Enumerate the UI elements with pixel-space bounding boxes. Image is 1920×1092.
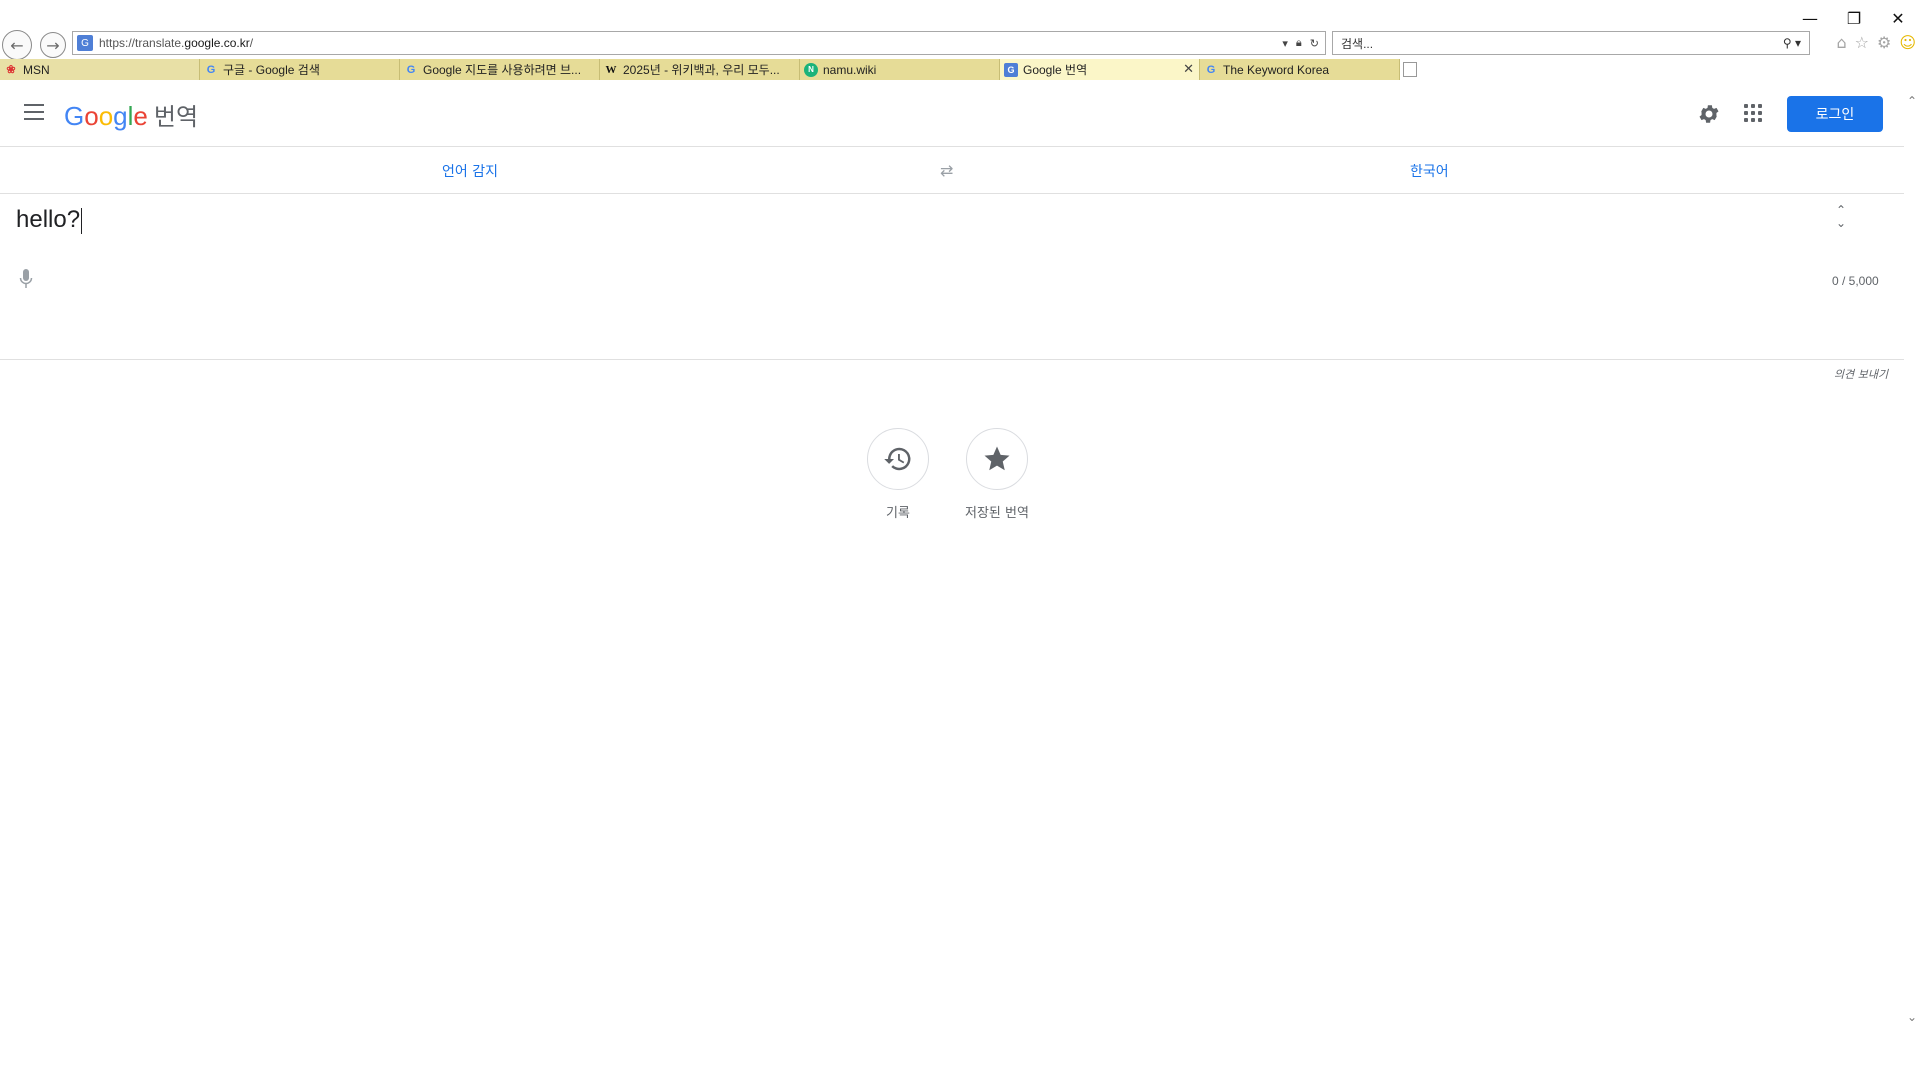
menu-icon[interactable]: [24, 104, 44, 120]
tab-bar: ❀ MSN G 구글 - Google 검색 G Google 지도를 사용하려…: [0, 59, 1420, 80]
send-feedback-link[interactable]: 의견 보내기: [1834, 366, 1888, 382]
lock-icon[interactable]: 🔒︎: [1296, 37, 1302, 50]
source-text-input[interactable]: hello?: [16, 206, 83, 234]
tab-label: The Keyword Korea: [1223, 62, 1330, 77]
smiley-feedback-icon[interactable]: ☺: [1899, 33, 1916, 52]
tab-google-maps[interactable]: G Google 지도를 사용하려면 브...: [400, 59, 600, 80]
url-text[interactable]: https://translate.google.co.kr/: [99, 36, 1282, 50]
microphone-icon[interactable]: [19, 268, 33, 290]
target-language-button[interactable]: 한국어: [1410, 161, 1449, 181]
new-tab-icon: [1403, 62, 1417, 77]
arrow-right-icon: →: [46, 35, 60, 55]
history-button[interactable]: 기록: [867, 428, 929, 521]
url-domain: google.co.kr: [184, 36, 250, 50]
url-suffix: /: [249, 36, 254, 50]
page-scrollbar[interactable]: ⌃ ⌄: [1904, 80, 1920, 1092]
google-g-icon: G: [206, 63, 216, 76]
product-name: 번역: [153, 103, 199, 131]
swap-languages-icon[interactable]: ⇄: [940, 161, 953, 180]
browser-search-input[interactable]: 검색...: [1341, 35, 1783, 52]
google-translate-logo[interactable]: Google 번역: [64, 97, 198, 132]
google-g-icon: G: [1206, 63, 1216, 76]
tab-label: MSN: [23, 62, 50, 77]
search-icon[interactable]: ⚲ ▾: [1783, 36, 1809, 50]
source-text: hello?: [16, 206, 81, 233]
url-prefix: https://translate.: [99, 36, 185, 50]
expand-collapse-icon[interactable]: ⌃ ⌄: [1834, 204, 1848, 234]
scroll-down-icon[interactable]: ⌄: [1904, 1010, 1920, 1024]
wikipedia-icon: W: [605, 63, 617, 76]
login-button[interactable]: 로그인: [1787, 96, 1883, 132]
browser-toolbar: ⌂ ☆ ⚙ ☺: [1836, 33, 1916, 52]
tab-label: 2025년 - 위키백과, 우리 모두...: [623, 63, 780, 77]
source-input-area[interactable]: hello? ⌃ ⌄ 0 / 5,000: [0, 194, 1904, 360]
restore-icon[interactable]: ❐: [1832, 0, 1876, 36]
address-bar[interactable]: G https://translate.google.co.kr/ ▾ 🔒︎ ↻: [72, 31, 1326, 55]
saved-translations-button[interactable]: 저장된 번역: [965, 428, 1029, 521]
namu-icon: N: [804, 62, 818, 77]
translate-favicon-icon: G: [77, 35, 93, 51]
text-caret: [81, 207, 83, 234]
new-tab-button[interactable]: [1400, 59, 1420, 80]
tab-label: 구글 - Google 검색: [223, 63, 320, 77]
star-icon: [984, 446, 1010, 471]
tab-msn[interactable]: ❀ MSN: [0, 59, 200, 80]
settings-gear-icon[interactable]: [1697, 102, 1721, 126]
page-content: Google 번역 로그인 언어 감지 ⇄ 한국어 hello? ⌃ ⌄ 0 / …: [0, 80, 1904, 1092]
scroll-up-icon[interactable]: ⌃: [1904, 94, 1920, 108]
arrow-left-icon: ←: [10, 35, 24, 55]
browser-chrome: — ❐ ✕ ← → G https://translate.google.co.…: [0, 0, 1920, 80]
tab-namu-wiki[interactable]: N namu.wiki: [800, 59, 1000, 80]
home-icon[interactable]: ⌂: [1836, 33, 1846, 52]
back-button[interactable]: ←: [2, 30, 32, 60]
google-apps-icon[interactable]: [1744, 104, 1762, 122]
history-icon: [884, 447, 911, 471]
tab-label: Google 지도를 사용하려면 브...: [423, 63, 582, 77]
tab-google-translate[interactable]: G Google 번역 ✕: [1000, 59, 1200, 80]
tab-keyword-korea[interactable]: G The Keyword Korea: [1200, 59, 1400, 80]
saved-label: 저장된 번역: [965, 506, 1029, 521]
browser-search-box[interactable]: 검색... ⚲ ▾: [1332, 31, 1810, 55]
tab-google-search[interactable]: G 구글 - Google 검색: [200, 59, 400, 80]
history-circle[interactable]: [867, 428, 929, 490]
source-language-button[interactable]: 언어 감지: [442, 161, 498, 181]
gear-icon[interactable]: ⚙: [1877, 33, 1891, 52]
google-g-icon: G: [406, 63, 416, 76]
dropdown-icon[interactable]: ▾: [1282, 37, 1288, 50]
favorites-star-icon[interactable]: ☆: [1855, 33, 1869, 52]
tab-label: namu.wiki: [823, 62, 877, 77]
msn-icon: ❀: [6, 64, 16, 76]
history-label: 기록: [886, 506, 910, 521]
close-window-icon[interactable]: ✕: [1876, 0, 1920, 36]
forward-button[interactable]: →: [40, 32, 66, 58]
tab-label: Google 번역: [1023, 63, 1088, 77]
tab-wikipedia[interactable]: W 2025년 - 위키백과, 우리 모두...: [600, 59, 800, 80]
translate-icon: G: [1004, 62, 1018, 77]
language-bar: 언어 감지 ⇄ 한국어: [0, 146, 1904, 194]
close-tab-icon[interactable]: ✕: [1183, 61, 1194, 77]
character-count: 0 / 5,000: [1832, 274, 1879, 288]
refresh-icon[interactable]: ↻: [1310, 37, 1319, 50]
saved-circle[interactable]: [965, 428, 1028, 490]
address-tools: ▾ 🔒︎ ↻: [1282, 37, 1325, 50]
translate-header: Google 번역 로그인: [0, 80, 1904, 146]
